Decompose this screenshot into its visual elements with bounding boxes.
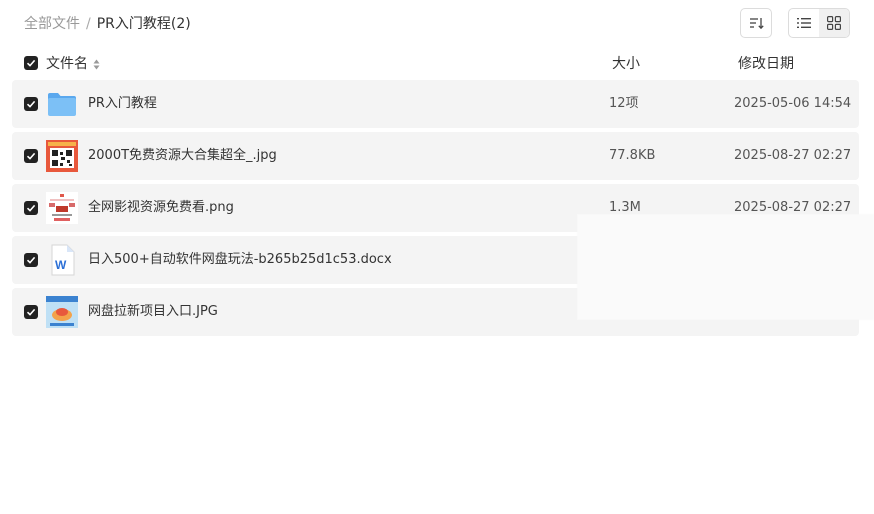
sort-button[interactable] [740, 8, 772, 38]
column-name-label: 文件名 [46, 56, 88, 72]
file-name[interactable]: 全网影视资源免费看.png [88, 198, 234, 218]
sort-arrows-icon [93, 59, 100, 69]
photo-thumbnail [46, 296, 78, 328]
column-date-header: 修改日期 [738, 56, 794, 72]
row-checkbox[interactable] [24, 253, 38, 267]
list-view-icon [797, 18, 811, 28]
file-size: 77.8KB [609, 148, 656, 163]
list-view-button[interactable] [789, 9, 819, 37]
folder-icon [48, 93, 76, 116]
check-icon [26, 152, 36, 160]
file-size: 12项 [609, 96, 639, 111]
top-bar: 全部文件 / PR入门教程(2) [0, 0, 874, 48]
breadcrumb-separator: / [86, 16, 91, 32]
column-header: 文件名 大小 修改日期 [0, 52, 874, 76]
column-size-header: 大小 [612, 56, 640, 72]
file-row[interactable]: PR入门教程 12项 2025-05-06 14:54 [12, 80, 859, 128]
grid-view-icon [827, 16, 841, 30]
check-icon [26, 100, 36, 108]
word-doc-icon: W [51, 244, 75, 276]
row-checkbox[interactable] [24, 201, 38, 215]
file-name[interactable]: 网盘拉新项目入口.JPG [88, 302, 218, 322]
column-name-header[interactable]: 文件名 [46, 54, 100, 74]
sort-icon [750, 18, 764, 30]
file-name[interactable]: 日入500+自动软件网盘玩法-b265b25d1c53.docx [88, 250, 392, 270]
file-name[interactable]: PR入门教程 [88, 94, 157, 114]
grid-view-button[interactable] [819, 9, 849, 37]
row-checkbox[interactable] [24, 149, 38, 163]
select-all-checkbox[interactable] [24, 56, 38, 70]
file-name[interactable]: 2000T免费资源大合集超全_.jpg [88, 146, 277, 166]
view-toggle [788, 8, 850, 38]
check-icon [26, 308, 36, 316]
row-checkbox[interactable] [24, 305, 38, 319]
check-icon [26, 59, 36, 67]
file-date: 2025-05-06 14:54 [734, 96, 852, 111]
image-thumbnail [46, 192, 78, 224]
qr-image-thumbnail [46, 140, 78, 172]
check-icon [26, 204, 36, 212]
check-icon [26, 256, 36, 264]
row-checkbox[interactable] [24, 97, 38, 111]
svg-text:W: W [55, 258, 67, 272]
breadcrumb-current: PR入门教程(2) [96, 16, 191, 32]
breadcrumb: 全部文件 / PR入门教程(2) [24, 14, 191, 34]
hover-overlay [577, 214, 874, 320]
file-row[interactable]: 2000T免费资源大合集超全_.jpg 77.8KB 2025-08-27 02… [12, 132, 859, 180]
breadcrumb-root-link[interactable]: 全部文件 [24, 16, 80, 32]
file-date: 2025-08-27 02:27 [734, 148, 852, 163]
